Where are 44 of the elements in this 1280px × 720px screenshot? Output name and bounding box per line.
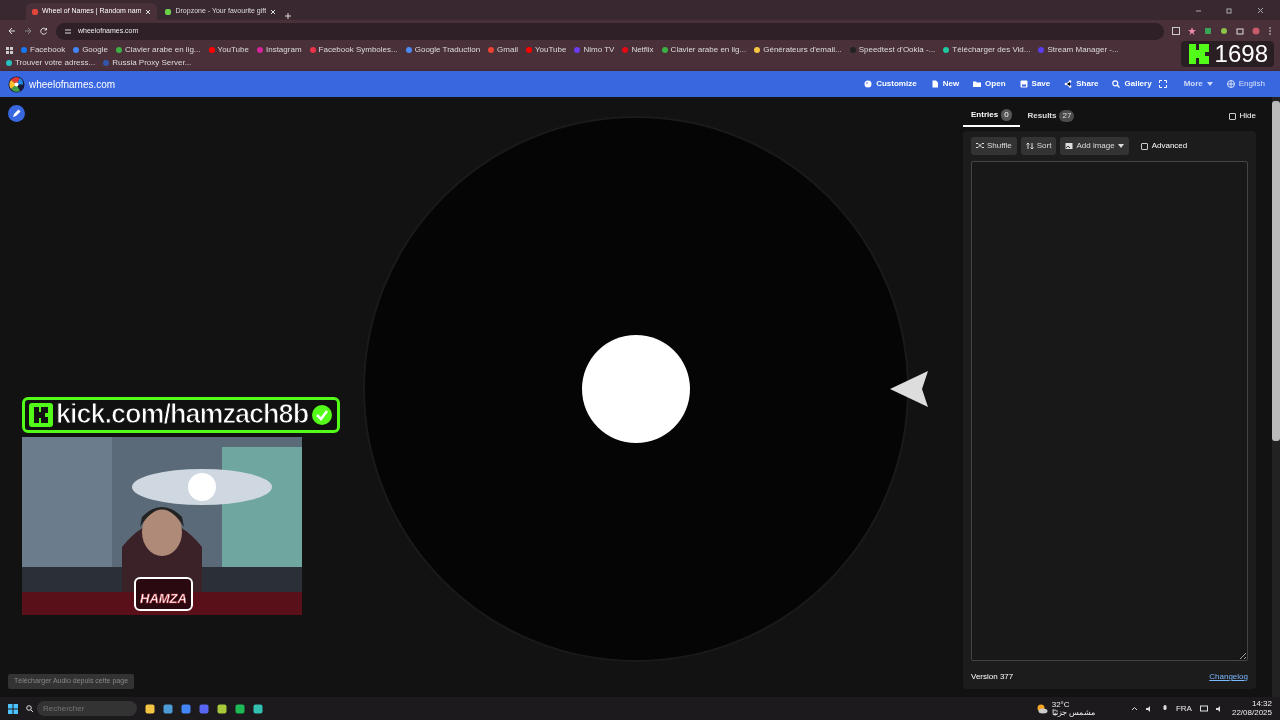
menu-button[interactable]: Share xyxy=(1057,78,1106,90)
menu-button[interactable]: New xyxy=(923,78,967,90)
bookmark-link[interactable]: Stream Manager -... xyxy=(1047,44,1119,56)
menu-button[interactable]: Save xyxy=(1012,78,1058,90)
bookmark-link[interactable]: Facebook xyxy=(30,44,66,56)
panel-tab[interactable]: Results 27 xyxy=(1019,106,1083,126)
menu-button[interactable]: Gallery xyxy=(1105,78,1159,90)
keyboard-language[interactable]: FRA xyxy=(1175,702,1192,715)
bookmark-link[interactable]: Télécharger des Vid... xyxy=(952,44,1031,56)
bookmark-link[interactable]: Facebook Symboles... xyxy=(318,44,398,56)
bookmark-link[interactable]: Trouver votre adress... xyxy=(15,57,96,69)
menu-button[interactable]: Customize xyxy=(857,78,924,90)
weather-text: مشمس جزئيًا xyxy=(1051,708,1095,717)
bookmark-link[interactable]: Nimo TV xyxy=(583,44,615,56)
bookmark-link[interactable]: YouTube xyxy=(534,44,567,56)
version-text: Version 377 xyxy=(971,671,1014,683)
menu-button[interactable]: Open xyxy=(966,78,1013,90)
panel-tab[interactable]: Entries 0 xyxy=(963,105,1020,127)
clock-time[interactable]: 14:32 xyxy=(1251,699,1272,709)
bookmark-link[interactable]: Google Traduction xyxy=(414,44,481,56)
clock-date[interactable]: 22/08/2025 xyxy=(1231,708,1272,718)
viewer-counter: 1698 xyxy=(1180,41,1274,68)
changelog-link[interactable]: Changelog xyxy=(1209,671,1248,683)
toolbar-button[interactable]: Add image xyxy=(1060,137,1129,155)
bookmark-link[interactable]: Gmail xyxy=(497,44,518,56)
temperature-text: 32°C xyxy=(1051,700,1071,709)
bookmark-link[interactable]: Netflix xyxy=(631,44,654,56)
bookmark-link[interactable]: Clavier arabe en lig... xyxy=(124,44,201,56)
checkbox-label: Advanced xyxy=(1151,140,1188,152)
channel-banner: kick.com/hamzach8b xyxy=(22,397,341,433)
bookmark-link[interactable]: YouTube xyxy=(217,44,249,56)
bookmark-link[interactable]: Générateurs d'email... xyxy=(763,44,842,56)
bookmark-link[interactable]: Google xyxy=(82,44,108,56)
site-title[interactable]: wheelofnames.com xyxy=(29,76,116,92)
bookmark-link[interactable]: Instagram xyxy=(265,44,302,56)
toolbar-button[interactable]: Sort xyxy=(1020,137,1057,155)
logo-badge: HAMZA xyxy=(134,577,193,611)
more-dropdown[interactable]: More xyxy=(1176,78,1220,90)
bookmark-link[interactable]: Clavier arabe en lig... xyxy=(670,44,747,56)
toolbar-button[interactable]: Shuffle xyxy=(971,137,1017,155)
bookmark-link[interactable]: Russia Proxy Server... xyxy=(112,57,192,69)
checkbox-label: Hide xyxy=(1239,110,1256,122)
bookmark-link[interactable]: Speedtest d'Ookla -... xyxy=(858,44,936,56)
language-button[interactable]: English xyxy=(1219,78,1272,90)
